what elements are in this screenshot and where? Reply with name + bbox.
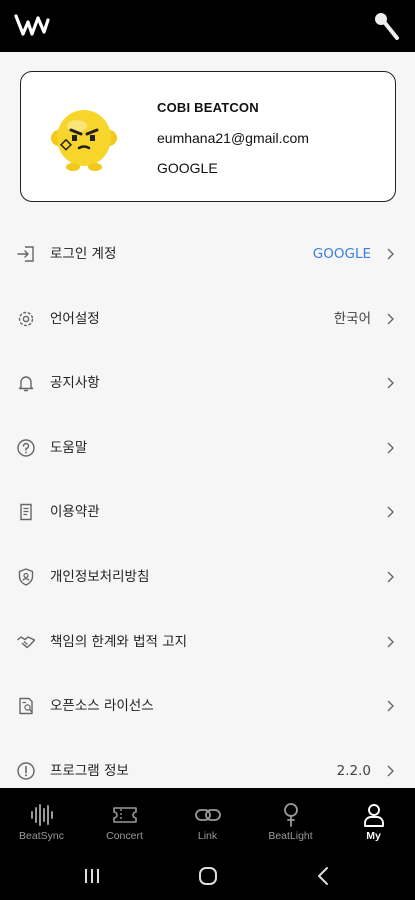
menu-item-open-source-license[interactable]: 오픈소스 라이선스 <box>0 674 415 739</box>
microphone-icon[interactable] <box>371 10 401 42</box>
tab-label: BeatLight <box>268 830 313 842</box>
tab-label: My <box>366 830 381 842</box>
document-icon <box>20 504 32 521</box>
menu-item-value: 2.2.0 <box>336 762 371 779</box>
menu-item-label: 공지사항 <box>50 375 100 392</box>
profile-card[interactable]: COBI BEATCON eumhana21@gmail.com GOOGLE <box>20 71 396 202</box>
menu-item-label: 언어설정 <box>50 310 100 327</box>
license-icon <box>19 697 33 715</box>
settings-menu: 로그인 계정 GOOGLE 언어설정 한국어 공지사항 도움말 이용약관 개인정… <box>0 222 415 803</box>
person-icon <box>363 804 384 827</box>
ticket-icon <box>112 807 137 823</box>
menu-item-login-account[interactable]: 로그인 계정 GOOGLE <box>0 222 415 287</box>
recent-apps-icon[interactable] <box>78 864 106 888</box>
chevron-right-icon <box>387 442 394 454</box>
tab-my[interactable]: My <box>332 788 415 852</box>
profile-email: eumhana21@gmail.com <box>157 130 309 146</box>
menu-item-notices[interactable]: 공지사항 <box>0 351 415 416</box>
system-navigation-bar <box>0 852 415 900</box>
menu-item-label: 이용약관 <box>50 504 100 521</box>
lightstick-icon <box>283 803 298 827</box>
info-icon <box>17 762 35 780</box>
back-icon[interactable] <box>310 864 338 888</box>
top-bar <box>0 0 415 52</box>
tab-concert[interactable]: Concert <box>83 788 166 852</box>
tab-label: Concert <box>106 830 143 842</box>
profile-provider: GOOGLE <box>157 160 218 176</box>
chevron-right-icon <box>387 506 394 518</box>
menu-item-legal-notice[interactable]: 책임의 한계와 법적 고지 <box>0 610 415 675</box>
chevron-right-icon <box>387 765 394 777</box>
chevron-right-icon <box>387 248 394 260</box>
bell-icon <box>18 376 34 392</box>
menu-item-label: 오픈소스 라이선스 <box>50 698 154 715</box>
gear-icon <box>18 311 34 326</box>
chevron-right-icon <box>387 571 394 583</box>
menu-item-label: 프로그램 정보 <box>50 762 129 779</box>
link-icon <box>194 809 221 821</box>
chevron-right-icon <box>387 700 394 712</box>
bottom-tab-bar: BeatSync Concert Link BeatLight My <box>0 788 415 852</box>
profile-name: COBI BEATCON <box>157 100 259 115</box>
home-icon[interactable] <box>194 864 222 888</box>
handshake-icon <box>17 635 36 648</box>
menu-item-help[interactable]: 도움말 <box>0 416 415 481</box>
chevron-right-icon <box>387 313 394 325</box>
menu-item-label: 도움말 <box>50 439 88 456</box>
menu-item-terms[interactable]: 이용약관 <box>0 480 415 545</box>
menu-item-label: 개인정보처리방침 <box>50 568 150 585</box>
login-icon <box>17 246 34 262</box>
chevron-right-icon <box>387 377 394 389</box>
tab-beatsync[interactable]: BeatSync <box>0 788 83 852</box>
tab-label: Link <box>197 830 218 842</box>
shield-icon <box>18 568 34 586</box>
menu-item-value: 한국어 <box>333 310 371 327</box>
menu-item-language[interactable]: 언어설정 한국어 <box>0 287 415 352</box>
beatcon-logo-icon[interactable] <box>14 12 50 38</box>
tab-label: BeatSync <box>19 830 64 842</box>
menu-item-label: 책임의 한계와 법적 고지 <box>50 633 188 650</box>
waveform-icon <box>30 804 53 826</box>
menu-item-privacy-policy[interactable]: 개인정보처리방침 <box>0 545 415 610</box>
tab-beatlight[interactable]: BeatLight <box>249 788 332 852</box>
chevron-right-icon <box>387 636 394 648</box>
avatar <box>51 110 117 171</box>
tab-link[interactable]: Link <box>166 788 249 852</box>
help-icon <box>17 439 35 457</box>
menu-item-label: 로그인 계정 <box>50 246 117 262</box>
menu-item-value: GOOGLE <box>312 246 371 262</box>
